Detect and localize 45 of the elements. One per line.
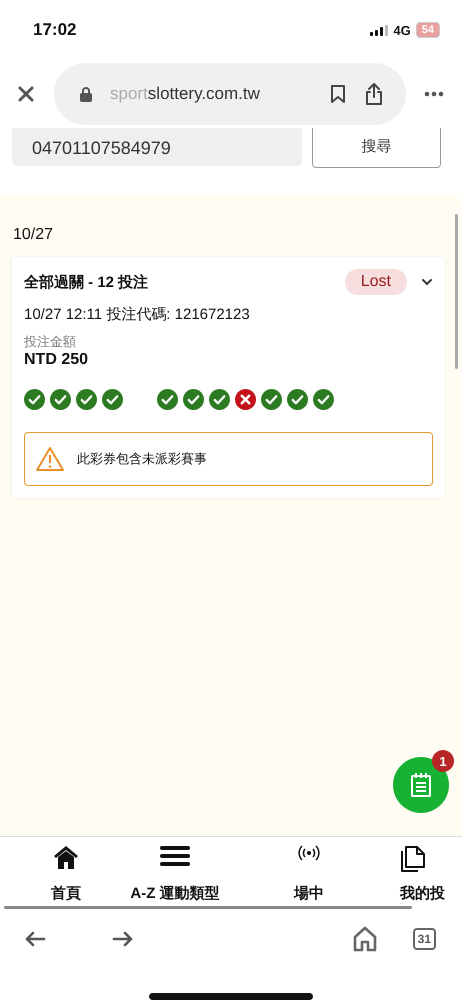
- check-icon: [102, 389, 123, 410]
- forward-icon[interactable]: [112, 931, 134, 947]
- battery-indicator: 54: [416, 22, 440, 38]
- clock-time: 17:02: [33, 20, 76, 40]
- ticket-number-field[interactable]: 04701107584979: [12, 126, 302, 166]
- count-badge: 1: [432, 750, 454, 772]
- broadcast-icon[interactable]: [298, 845, 320, 861]
- amount-label: 投注金額: [24, 333, 77, 351]
- check-icon: [50, 389, 71, 410]
- share-icon[interactable]: [364, 82, 384, 106]
- warning-icon: [35, 446, 65, 472]
- back-icon[interactable]: [24, 931, 46, 947]
- chevron-icon[interactable]: [421, 278, 433, 286]
- check-icon: [313, 389, 334, 410]
- nav-label[interactable]: 我的投: [400, 884, 445, 903]
- bet-title: 全部過關 - 12 投注: [24, 272, 150, 292]
- network-label: 4G: [393, 22, 411, 38]
- check-icon: [183, 389, 204, 410]
- documents-icon[interactable]: [400, 845, 426, 873]
- check-icon: [76, 389, 97, 410]
- nav-label[interactable]: A-Z 運動類型: [130, 884, 220, 903]
- check-icon: [261, 389, 282, 410]
- address-bar[interactable]: sportslottery.com.tw: [54, 63, 406, 125]
- result-badge: Lost: [344, 269, 407, 295]
- menu-icon[interactable]: [160, 845, 190, 867]
- more-icon[interactable]: [424, 91, 444, 97]
- signal-icon: [370, 24, 388, 36]
- home-icon[interactable]: [53, 845, 79, 869]
- nav-label[interactable]: 場中: [294, 884, 324, 903]
- close-icon[interactable]: [16, 84, 36, 104]
- cross-icon: [235, 389, 256, 410]
- bet-info: 10/27 12:11 投注代碼: 121672123: [24, 305, 251, 324]
- check-icon: [157, 389, 178, 410]
- date-heading: 10/27: [13, 226, 54, 244]
- bet-amount: NTD 250: [24, 351, 90, 369]
- tab-count-button[interactable]: 31: [412, 928, 436, 950]
- url-text: sportslottery.com.tw: [110, 84, 261, 104]
- bookmark-icon[interactable]: [330, 84, 346, 104]
- check-icon: [24, 389, 45, 410]
- check-icon: [209, 389, 230, 410]
- check-icon: [287, 389, 308, 410]
- notepad-icon: [410, 772, 432, 798]
- lock-icon: [80, 86, 92, 102]
- nav-label[interactable]: 首頁: [51, 884, 81, 903]
- warning-text: 此彩券包含未派彩賽事: [77, 450, 207, 468]
